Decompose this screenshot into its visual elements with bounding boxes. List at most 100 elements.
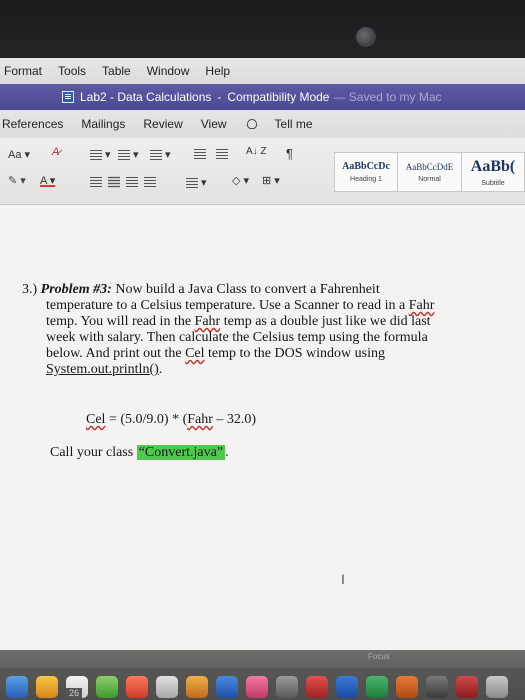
window-titlebar: Lab2 - Data Calculations - Compatibility… [0,84,525,110]
tab-mailings[interactable]: Mailings [81,117,125,131]
paragraph-text: temp. You will read in the [46,314,195,329]
focus-label[interactable]: Focus [368,652,390,661]
style-name: Heading 1 [350,176,382,183]
paragraph-text: Now build a Java Class to convert a Fahr… [111,282,380,297]
itunes-app-icon[interactable] [246,676,268,698]
title-separator: - [217,90,222,104]
pages-app-icon[interactable] [186,676,208,698]
style-heading-1[interactable]: AaBbCcDc Heading 1 [334,152,398,192]
class-name-line[interactable]: Call your class “Convert.java”. [50,445,229,461]
webcam-icon [356,27,376,47]
align-left-icon [90,177,102,188]
document-title: Lab2 - Data Calculations [80,90,212,104]
sort-button[interactable]: A↓ Z [246,146,267,157]
menu-format[interactable]: Format [0,64,50,78]
messages-app-icon[interactable] [96,676,118,698]
paragraph-text: below. And print out the [46,346,186,361]
problem-label: Problem #3: [40,282,112,297]
lightbulb-icon [246,119,257,129]
change-case-label: Aa [8,149,22,161]
borders-button[interactable]: ⊞ ▾ [262,174,280,187]
menu-window[interactable]: Window [139,64,198,78]
spellcheck-word: Cel [185,346,205,361]
paragraph-line: week with salary. Then calculate the Cel… [46,330,428,345]
clear-formatting-icon[interactable]: A̷ [52,146,59,158]
shading-button[interactable]: ◇ ▾ [232,174,249,187]
numbering-icon [118,150,130,161]
increase-indent-button[interactable] [216,148,228,160]
appstore-app-icon[interactable] [216,676,238,698]
println-code: System.out.println() [46,362,159,377]
paragraph-line: temperature to a Celsius temperature. Us… [22,298,492,314]
pilcrow-icon: ¶ [286,146,293,161]
tab-references[interactable]: References [2,117,63,131]
multilevel-list-icon [150,150,162,161]
settings-app-icon[interactable] [276,676,298,698]
change-case-button[interactable]: Aa ▾ [8,148,30,161]
line-spacing-button[interactable]: ▾ [186,176,207,189]
style-sample: AaBbCcDc [342,161,390,172]
align-right-button[interactable] [126,176,138,188]
formula-line[interactable]: Cel = (5.0/9.0) * (Fahr – 32.0) [86,412,256,428]
font-color-label: A [40,175,47,187]
align-center-icon [108,177,120,188]
style-name: Subtitle [481,179,505,187]
excel-app-icon[interactable] [366,676,388,698]
paragraph-text: temp as a double just like we did last [220,314,431,329]
launchpad-app-icon[interactable] [36,676,58,698]
menu-table[interactable]: Table [94,64,139,78]
sort-icon: A↓ Z [246,146,267,157]
spellcheck-word: Fahr [408,298,435,313]
spellcheck-word: Fahr [194,314,221,329]
tell-me-label: Tell me [274,117,313,131]
paragraph-line: temp. You will read in the Fahr temp as … [22,314,492,330]
paragraph-text: temp to the DOS window using [204,346,385,361]
screen: Format Tools Table Window Help Lab2 - Da… [0,58,525,700]
styles-gallery: AaBbCcDc Heading 1 AaBbCcDdE Normal AaBb… [334,152,525,192]
call-text: Call your class [50,445,137,460]
show-formatting-button[interactable]: ¶ [286,146,293,161]
paragraph-text: temperature to a Celsius temperature. Us… [46,298,409,313]
bullets-button[interactable]: ▾ [90,148,111,161]
call-text: . [225,445,229,460]
firefox-app-icon[interactable] [396,676,418,698]
formula-text: – 32.0) [212,412,257,427]
font-color-button[interactable]: A ▾ [40,174,55,187]
trash-icon[interactable] [486,676,508,698]
tell-me-search[interactable]: Tell me [245,117,331,131]
document-page[interactable] [0,205,525,665]
ribbon-toolbar: Aa ▾ A̷ ▾ ▾ ▾ A↓ Z ¶ ✎ ▾ A ▾ ▾ ◇ ▾ ⊞ ▾ A… [0,138,525,205]
menu-tools[interactable]: Tools [50,64,94,78]
decrease-indent-button[interactable] [194,148,206,160]
app-icon[interactable] [456,676,478,698]
compatibility-mode: Compatibility Mode [227,90,330,104]
highlight-button[interactable]: ✎ ▾ [8,174,26,187]
photos-app-icon[interactable] [126,676,148,698]
monitor-bezel [0,0,525,60]
finder-app-icon[interactable] [6,676,28,698]
tab-view[interactable]: View [201,117,227,131]
ribbon-tabs: References Mailings Review View Tell me [0,110,525,138]
align-right-icon [126,177,138,188]
terminal-app-icon[interactable] [426,676,448,698]
preview-app-icon[interactable] [156,676,178,698]
justify-button[interactable] [144,176,156,188]
menu-help[interactable]: Help [197,64,238,78]
align-center-button[interactable] [108,176,120,188]
style-normal[interactable]: AaBbCcDdE Normal [398,152,462,192]
highlighted-class-name: “Convert.java” [136,445,226,460]
line-spacing-icon [186,178,198,189]
problem-paragraph[interactable]: 3.) Problem #3: Now build a Java Class t… [22,282,492,378]
increase-indent-icon [216,149,228,160]
align-left-button[interactable] [90,176,102,188]
powerpoint-app-icon[interactable] [306,676,328,698]
save-status: — Saved to my Mac [333,90,442,104]
multilevel-list-button[interactable]: ▾ [150,148,171,161]
paragraph-line: below. And print out the Cel temp to the… [22,346,492,362]
word-app-icon[interactable] [336,676,358,698]
formula-fahr: Fahr [187,412,213,427]
numbering-button[interactable]: ▾ [118,148,139,161]
formula-text: = (5.0/9.0) * ( [105,412,188,427]
style-subtitle[interactable]: AaBb( Subtitle [462,152,525,192]
tab-review[interactable]: Review [143,117,182,131]
